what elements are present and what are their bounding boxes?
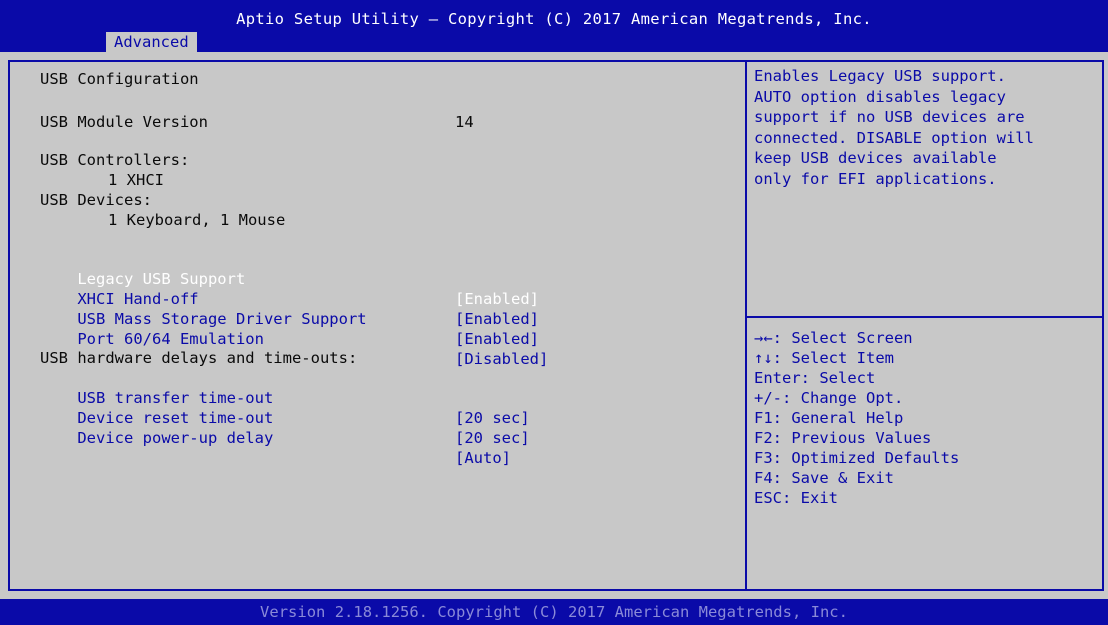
option-device-power-up-delay[interactable]: Device power-up delay [Auto] <box>40 408 600 488</box>
footer-version: Version 2.18.1256. Copyright (C) 2017 Am… <box>0 599 1108 625</box>
option-value[interactable]: [Auto] <box>455 448 511 468</box>
header-title: Aptio Setup Utility – Copyright (C) 2017… <box>236 10 872 28</box>
key-save-exit: F4: Save & Exit <box>754 469 894 487</box>
usb-devices-value: 1 Keyboard, 1 Mouse <box>108 211 286 229</box>
tab-advanced[interactable]: Advanced <box>106 32 197 52</box>
panel-divider-vertical <box>745 60 747 591</box>
key-legend: →←: Select Screen ↑↓: Select Item Enter:… <box>754 328 1094 508</box>
key-change-opt: +/-: Change Opt. <box>754 389 904 407</box>
header-bar: Aptio Setup Utility – Copyright (C) 2017… <box>0 0 1108 52</box>
option-label: Device power-up delay <box>77 429 274 447</box>
usb-controllers-label: USB Controllers: <box>40 151 190 169</box>
delays-heading: USB hardware delays and time-outs: <box>40 349 358 367</box>
key-optimized-defaults: F3: Optimized Defaults <box>754 449 960 467</box>
usb-controllers-value: 1 XHCI <box>108 171 164 189</box>
key-general-help: F1: General Help <box>754 409 904 427</box>
key-select-item: ↑↓: Select Item <box>754 349 894 367</box>
help-divider-horizontal <box>747 316 1104 318</box>
help-description: Enables Legacy USB support. AUTO option … <box>754 67 1034 188</box>
section-title: USB Configuration <box>40 70 199 88</box>
usb-module-version-label: USB Module Version <box>40 113 208 131</box>
key-enter-select: Enter: Select <box>754 369 876 387</box>
key-esc-exit: ESC: Exit <box>754 489 838 507</box>
key-select-screen: →←: Select Screen <box>754 329 913 347</box>
usb-devices-label: USB Devices: <box>40 191 152 209</box>
usb-module-version-value: 14 <box>455 113 474 131</box>
option-label: Port 60/64 Emulation <box>77 330 264 348</box>
main-panel: USB Configuration USB Module Version 14 … <box>0 52 1108 599</box>
key-previous-values: F2: Previous Values <box>754 429 932 447</box>
option-value[interactable]: [Disabled] <box>455 349 548 369</box>
